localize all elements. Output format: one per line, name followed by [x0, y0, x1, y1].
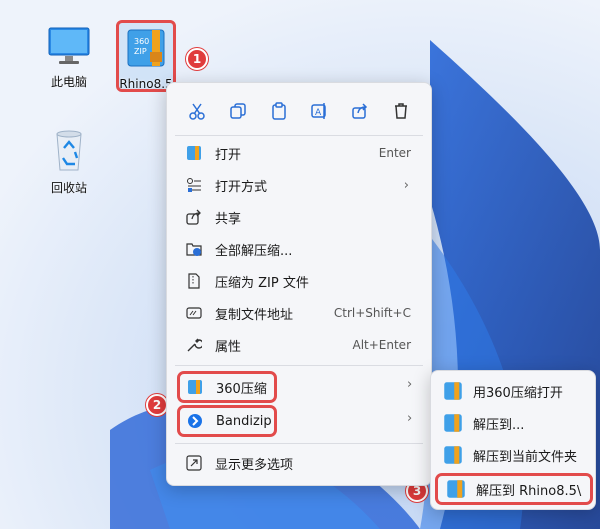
menu-item-copy-path[interactable]: 复制文件地址 Ctrl+Shift+C — [173, 299, 427, 327]
recycle-bin-icon — [56, 130, 82, 171]
svg-text:ZIP: ZIP — [134, 47, 147, 56]
svg-text:A: A — [315, 108, 322, 118]
monitor-icon — [48, 27, 90, 64]
desktop-icon-rhino-archive[interactable]: 360 ZIP Rhino8.5 — [116, 20, 176, 92]
wrench-icon — [183, 334, 205, 356]
bandizip-icon — [184, 410, 206, 432]
menu-item-label: 共享 — [215, 211, 242, 227]
menu-divider — [175, 135, 423, 136]
menu-item-label: 打开 — [215, 147, 242, 163]
desktop-icon-label: 此电脑 — [50, 75, 87, 89]
rename-icon[interactable]: A — [304, 96, 334, 126]
chevron-right-icon: › — [403, 177, 409, 193]
menu-divider — [175, 443, 423, 444]
menu-item-open[interactable]: 打开 Enter — [173, 139, 427, 167]
context-menu: A 打开 Enter 打开方式 › 共享 全部解压缩... 压缩为 ZIP 文件… — [166, 82, 432, 486]
submenu-item-extract-here[interactable]: 解压到当前文件夹 — [435, 441, 593, 469]
360zip-icon — [184, 376, 206, 398]
context-menu-toolbar: A — [167, 91, 431, 131]
360zip-icon — [444, 446, 462, 464]
menu-item-360zip[interactable]: 360压缩 — [177, 371, 277, 403]
delete-icon[interactable] — [386, 96, 416, 126]
cut-icon[interactable] — [182, 96, 212, 126]
menu-item-compress-zip[interactable]: 压缩为 ZIP 文件 — [173, 267, 427, 295]
menu-item-shortcut: Ctrl+Shift+C — [333, 306, 411, 320]
copy-path-icon — [183, 302, 205, 324]
paste-icon[interactable] — [264, 96, 294, 126]
menu-item-label: 属性 — [215, 339, 242, 355]
zip-archive-icon: 360 ZIP — [127, 29, 165, 67]
menu-item-label: 显示更多选项 — [215, 457, 294, 473]
submenu-item-extract-to-rhino[interactable]: 解压到 Rhino8.5\ — [435, 473, 593, 505]
menu-item-open-with[interactable]: 打开方式 › — [173, 171, 427, 199]
desktop-icon-label: 回收站 — [50, 181, 87, 195]
menu-divider — [175, 365, 423, 366]
submenu-item-label: 解压到... — [473, 417, 525, 433]
submenu-item-label: 用360压缩打开 — [473, 385, 563, 401]
menu-item-label: 360压缩 — [216, 381, 267, 397]
archive-open-icon — [183, 142, 205, 164]
menu-item-extract-all[interactable]: 全部解压缩... — [173, 235, 427, 263]
menu-item-show-more-options[interactable]: 显示更多选项 — [173, 449, 427, 477]
share-icon — [183, 206, 205, 228]
submenu-360zip: 用360压缩打开 解压到... 解压到当前文件夹 解压到 Rhino8.5\ — [430, 370, 596, 510]
360zip-icon — [447, 480, 465, 498]
menu-item-shortcut: Enter — [378, 146, 411, 160]
submenu-item-extract-to[interactable]: 解压到... — [435, 409, 593, 437]
submenu-item-open-with-360[interactable]: 用360压缩打开 — [435, 377, 593, 405]
menu-item-label: 打开方式 — [215, 179, 268, 195]
menu-item-label: 复制文件地址 — [215, 307, 294, 323]
step-badge-1: 1 — [186, 48, 208, 70]
menu-item-label: 压缩为 ZIP 文件 — [215, 275, 309, 291]
360zip-icon — [444, 382, 462, 400]
svg-text:360: 360 — [134, 37, 149, 46]
desktop-icon-this-pc[interactable]: 此电脑 — [34, 26, 104, 90]
submenu-item-label: 解压到 Rhino8.5\ — [476, 483, 582, 499]
submenu-item-label: 解压到当前文件夹 — [473, 449, 578, 465]
menu-item-share[interactable]: 共享 — [173, 203, 427, 231]
desktop-icon-recycle-bin[interactable]: 回收站 — [34, 128, 104, 196]
360zip-icon — [444, 414, 462, 432]
copy-icon[interactable] — [223, 96, 253, 126]
menu-item-shortcut: Alt+Enter — [352, 338, 411, 352]
chevron-right-icon: › — [407, 411, 413, 426]
zip-file-icon — [183, 270, 205, 292]
menu-item-properties[interactable]: 属性 Alt+Enter — [173, 331, 427, 359]
step-badge-2: 2 — [146, 394, 168, 416]
share-icon[interactable] — [345, 96, 375, 126]
menu-item-label: Bandizip — [216, 413, 272, 429]
chevron-right-icon: › — [407, 377, 413, 392]
menu-item-label: 全部解压缩... — [215, 243, 293, 259]
desktop-icon-label: Rhino8.5 — [119, 77, 173, 91]
more-options-icon — [183, 452, 205, 474]
menu-item-bandizip[interactable]: Bandizip — [177, 405, 277, 437]
open-with-icon — [183, 174, 205, 196]
extract-all-icon — [183, 238, 205, 260]
